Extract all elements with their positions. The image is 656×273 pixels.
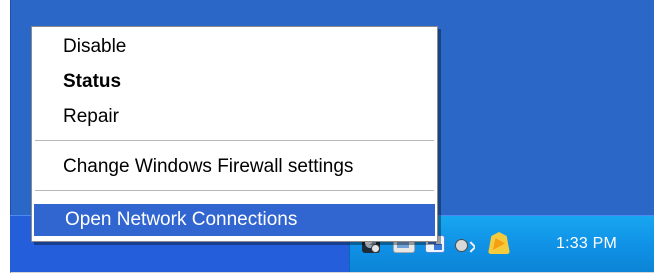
page-margin — [0, 0, 10, 273]
network-context-menu: Disable Status Repair Change Windows Fir… — [31, 26, 438, 242]
menu-item-disable[interactable]: Disable — [32, 31, 437, 63]
menu-separator — [35, 190, 434, 192]
screen: g 1:33 PM Disable Status Repair Change W… — [0, 0, 656, 273]
menu-item-change-firewall-settings[interactable]: Change Windows Firewall settings — [32, 151, 437, 183]
security-shield-icon[interactable] — [488, 232, 510, 254]
clock[interactable]: 1:33 PM — [556, 234, 626, 254]
speaker-icon[interactable] — [455, 235, 475, 253]
menu-item-open-network-connections[interactable]: Open Network Connections — [34, 204, 435, 236]
menu-item-status[interactable]: Status — [32, 66, 437, 98]
menu-item-repair[interactable]: Repair — [32, 101, 437, 133]
menu-separator — [35, 140, 434, 142]
